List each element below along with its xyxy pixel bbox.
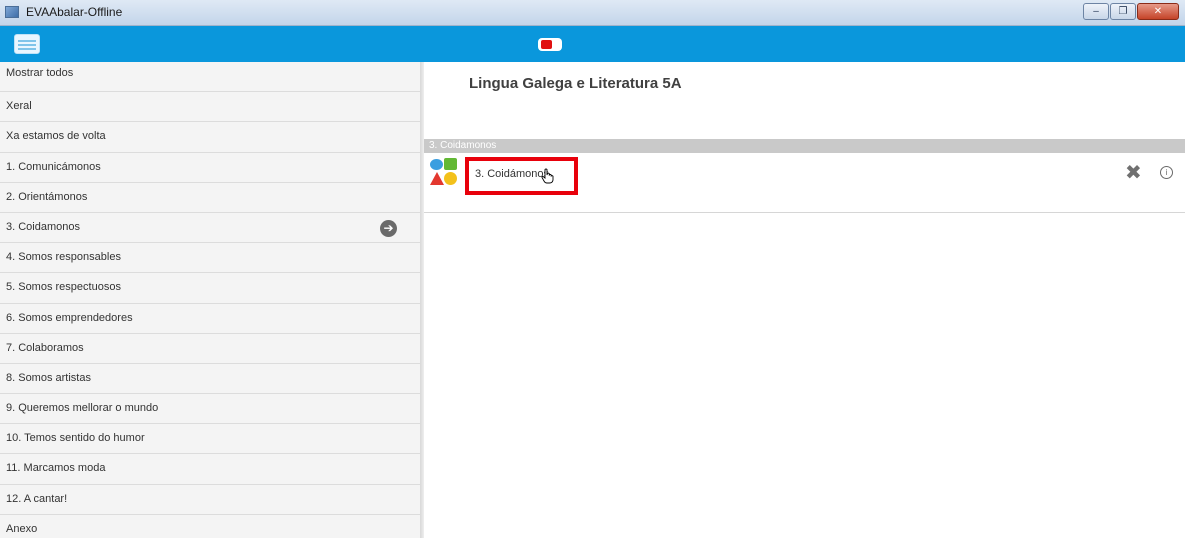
activity-link[interactable]: 3. Coidámonos bbox=[475, 168, 549, 180]
sidebar-item-label: 10. Temos sentido do humor bbox=[6, 432, 145, 445]
app-header bbox=[0, 26, 1185, 62]
minimize-button[interactable]: ‒ bbox=[1083, 3, 1109, 20]
sidebar-item-temos-sentido[interactable]: 10. Temos sentido do humor bbox=[0, 424, 420, 455]
sidebar-item-label: Xa estamos de volta bbox=[6, 130, 106, 143]
sidebar-item-label: 7. Colaboramos bbox=[6, 341, 84, 354]
activity-row: 3. Coidámonos ✖ i bbox=[424, 153, 1185, 213]
sidebar-item-somos-artistas[interactable]: 8. Somos artistas bbox=[0, 364, 420, 395]
sidebar-item-label: Anexo bbox=[6, 522, 38, 535]
sidebar-item-label: 5. Somos respectuosos bbox=[6, 281, 121, 294]
info-icon[interactable]: i bbox=[1160, 166, 1173, 179]
sidebar-item-mostrar-todos[interactable]: Mostrar todos bbox=[0, 62, 420, 93]
menu-icon[interactable] bbox=[14, 34, 40, 54]
sidebar-item-marcamos-moda[interactable]: 11. Marcamos moda bbox=[0, 454, 420, 485]
section-header: 3. Coidamonos bbox=[424, 139, 1185, 153]
close-button[interactable]: ✕ bbox=[1137, 3, 1179, 20]
sidebar-item-queremos-mellorar[interactable]: 9. Queremos mellorar o mundo bbox=[0, 394, 420, 425]
sidebar-item-label: 8. Somos artistas bbox=[6, 371, 91, 384]
sidebar-item-xeral[interactable]: Xeral bbox=[0, 92, 420, 123]
toggle-indicator bbox=[541, 40, 552, 49]
sidebar-item-a-cantar[interactable]: 12. A cantar! bbox=[0, 485, 420, 515]
window-controls: ‒ ❐ ✕ bbox=[1082, 3, 1179, 20]
sidebar-item-somos-emprendedores[interactable]: 6. Somos emprendedores bbox=[0, 304, 420, 334]
sidebar-item-anexo[interactable]: Anexo bbox=[0, 515, 420, 538]
sidebar-item-colaboramos[interactable]: 7. Colaboramos bbox=[0, 334, 420, 364]
sidebar-item-label: Xeral bbox=[6, 100, 32, 113]
sidebar: Mostrar todos Xeral Xa estamos de volta … bbox=[0, 62, 420, 538]
sidebar-item-xa-estamos-de-volta[interactable]: Xa estamos de volta bbox=[0, 122, 420, 153]
sidebar-item-label: 2. Orientámonos bbox=[6, 190, 88, 203]
sidebar-item-label: 6. Somos emprendedores bbox=[6, 311, 133, 324]
sidebar-item-somos-respectuosos[interactable]: 5. Somos respectuosos bbox=[0, 273, 420, 304]
window-titlebar: EVAAbalar-Offline ‒ ❐ ✕ bbox=[0, 0, 1185, 26]
maximize-button[interactable]: ❐ bbox=[1110, 3, 1136, 20]
arrow-right-icon[interactable]: ➔ bbox=[380, 219, 397, 237]
sidebar-item-label: 3. Coidamonos bbox=[6, 220, 80, 233]
sidebar-item-label: 11. Marcamos moda bbox=[6, 462, 106, 475]
sidebar-item-comunicamonos[interactable]: 1. Comunicámonos bbox=[0, 153, 420, 183]
sidebar-item-label: 9. Queremos mellorar o mundo bbox=[6, 402, 159, 415]
sidebar-item-label: 12. A cantar! bbox=[6, 492, 68, 505]
sidebar-item-somos-responsables[interactable]: 4. Somos responsables bbox=[0, 243, 420, 274]
sidebar-item-label: 1. Comunicámonos bbox=[6, 160, 101, 173]
shapes-icon bbox=[430, 158, 458, 186]
sidebar-item-orientamonos[interactable]: 2. Orientámonos bbox=[0, 183, 420, 213]
sidebar-item-coidamonos[interactable]: 3. Coidamonos ➔ bbox=[0, 213, 420, 244]
hand-cursor-icon bbox=[541, 168, 554, 184]
sidebar-item-label: Mostrar todos bbox=[6, 67, 74, 79]
sidebar-item-label: 4. Somos responsables bbox=[6, 251, 121, 264]
main-content: Lingua Galega e Literatura 5A 3. Coidamo… bbox=[424, 62, 1185, 538]
course-title: Lingua Galega e Literatura 5A bbox=[469, 75, 682, 92]
toggle-icon[interactable] bbox=[538, 38, 562, 51]
delete-icon[interactable]: ✖ bbox=[1125, 163, 1142, 183]
window-title: EVAAbalar-Offline bbox=[26, 5, 123, 19]
app-icon bbox=[5, 6, 19, 18]
